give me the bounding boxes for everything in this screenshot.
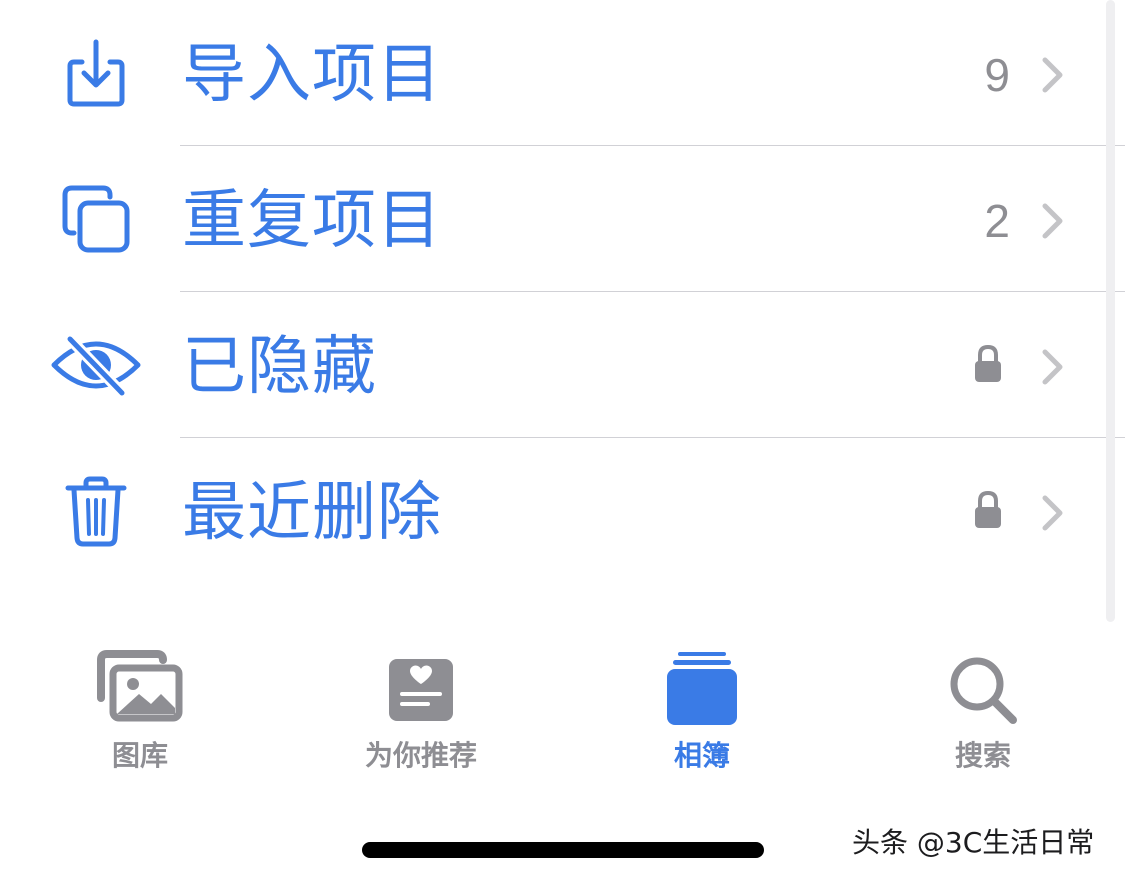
search-icon	[947, 654, 1019, 730]
scroll-indicator[interactable]	[1106, 0, 1115, 622]
row-count-imports: 9	[984, 49, 1010, 101]
trash-icon	[46, 468, 146, 554]
albums-icon	[666, 650, 738, 730]
list-row-recently-deleted[interactable]: 最近删除	[0, 438, 1125, 584]
albums-utilities-list: 导入项目 9 重复项目 2 已隐藏 最近删除	[0, 0, 1125, 600]
tab-albums[interactable]: 相簿	[602, 640, 802, 790]
for-you-icon	[388, 658, 454, 726]
list-row-imports[interactable]: 导入项目 9	[0, 0, 1125, 146]
chevron-right-icon	[1040, 494, 1066, 536]
list-row-hidden[interactable]: 已隐藏	[0, 292, 1125, 438]
home-indicator[interactable]	[362, 842, 764, 858]
lock-icon	[972, 490, 1004, 534]
import-icon	[46, 30, 146, 116]
lock-icon	[972, 344, 1004, 388]
tab-label-albums: 相簿	[673, 739, 730, 772]
chevron-right-icon	[1040, 348, 1066, 390]
row-label-recently-deleted: 最近删除	[182, 476, 442, 550]
chevron-right-icon	[1040, 202, 1066, 244]
photos-library-icon	[95, 650, 185, 730]
tab-label-for-you: 为你推荐	[364, 739, 477, 772]
duplicate-icon	[46, 176, 146, 262]
tab-label-library: 图库	[111, 739, 168, 772]
tab-label-search: 搜索	[954, 739, 1011, 772]
chevron-right-icon	[1040, 56, 1066, 98]
row-label-duplicates: 重复项目	[182, 184, 442, 258]
tab-for-you[interactable]: 为你推荐	[321, 640, 521, 790]
row-label-hidden: 已隐藏	[182, 330, 377, 404]
list-row-duplicates[interactable]: 重复项目 2	[0, 146, 1125, 292]
row-label-imports: 导入项目	[182, 38, 442, 112]
hidden-eye-icon	[46, 322, 146, 408]
tab-library[interactable]: 图库	[40, 640, 240, 790]
tab-bar: 图库 为你推荐 相簿 搜索	[0, 640, 1125, 790]
watermark-text: 头条 @3C生活日常	[852, 826, 1095, 859]
tab-search[interactable]: 搜索	[883, 640, 1083, 790]
row-count-duplicates: 2	[984, 195, 1010, 247]
